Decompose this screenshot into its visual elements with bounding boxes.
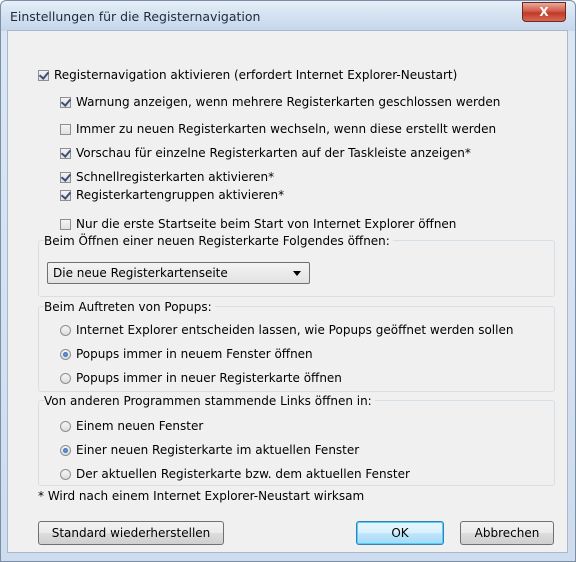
option-label: Registerkartengruppen aktivieren*	[76, 188, 285, 202]
radio-label: Einem neuen Fenster	[76, 419, 204, 433]
popup-radio-new-window[interactable]: Popups immer in neuem Fenster öffnen	[60, 345, 313, 363]
radio-checked-icon[interactable]	[60, 444, 71, 456]
button-label: Standard wiederherstellen	[51, 526, 211, 540]
option-tab-groups[interactable]: Registerkartengruppen aktivieren*	[60, 186, 284, 204]
button-label: Abbrechen	[474, 526, 540, 540]
checkbox-checked-icon[interactable]	[60, 189, 71, 201]
radio-label: Einer neuen Registerkarte im aktuellen F…	[76, 443, 360, 457]
ok-button[interactable]: OK	[356, 521, 444, 545]
new-tab-group-label: Beim Öffnen einer neuen Registerkarte Fo…	[44, 234, 393, 248]
title-bar[interactable]: Einstellungen für die Registernavigation…	[1, 1, 575, 31]
radio-label: Internet Explorer entscheiden lassen, wi…	[76, 323, 514, 337]
restore-defaults-button[interactable]: Standard wiederherstellen	[38, 521, 224, 545]
option-label: Warnung anzeigen, wenn mehrere Registerk…	[76, 95, 501, 109]
checkbox-unchecked-icon[interactable]	[60, 123, 71, 135]
popup-radio-ie-decides[interactable]: Internet Explorer entscheiden lassen, wi…	[60, 321, 513, 339]
checkbox-unchecked-icon[interactable]	[60, 218, 71, 230]
option-warn-close-multiple[interactable]: Warnung anzeigen, wenn mehrere Registerk…	[60, 93, 500, 111]
radio-checked-icon[interactable]	[60, 348, 71, 360]
radio-label: Popups immer in neuem Fenster öffnen	[76, 347, 313, 361]
option-taskbar-preview[interactable]: Vorschau für einzelne Registerkarten auf…	[60, 144, 471, 162]
dialog-title: Einstellungen für die Registernavigation	[10, 9, 261, 24]
select-value: Die neue Registerkartenseite	[53, 266, 228, 280]
checkbox-checked-icon[interactable]	[60, 147, 71, 159]
checkbox-checked-icon[interactable]	[60, 96, 71, 108]
checkbox-checked-icon[interactable]	[38, 69, 49, 81]
option-label: Nur die erste Startseite beim Start von …	[76, 217, 457, 231]
enable-tab-navigation-label: Registernavigation aktivieren (erfordert…	[54, 68, 458, 82]
option-always-switch-new-tab[interactable]: Immer zu neuen Registerkarten wechseln, …	[60, 120, 496, 138]
option-quick-tabs[interactable]: Schnellregisterkarten aktivieren*	[60, 168, 274, 186]
links-radio-new-window[interactable]: Einem neuen Fenster	[60, 417, 203, 435]
popup-radio-new-tab[interactable]: Popups immer in neuer Registerkarte öffn…	[60, 369, 342, 387]
enable-tab-navigation-checkbox[interactable]: Registernavigation aktivieren (erfordert…	[38, 66, 457, 84]
close-button[interactable]: X	[522, 2, 566, 22]
option-label: Immer zu neuen Registerkarten wechseln, …	[76, 122, 497, 136]
links-group-label: Von anderen Programmen stammende Links ö…	[44, 394, 375, 408]
radio-label: Der aktuellen Registerkarte bzw. dem akt…	[76, 467, 410, 481]
links-radio-new-tab[interactable]: Einer neuen Registerkarte im aktuellen F…	[60, 441, 359, 459]
restart-footnote: * Wird nach einem Internet Explorer-Neus…	[38, 489, 365, 503]
radio-unchecked-icon[interactable]	[60, 372, 71, 384]
option-label: Vorschau für einzelne Registerkarten auf…	[76, 146, 471, 160]
close-icon: X	[539, 5, 549, 19]
radio-unchecked-icon[interactable]	[60, 324, 71, 336]
button-label: OK	[391, 526, 409, 540]
radio-unchecked-icon[interactable]	[60, 468, 71, 480]
checkbox-checked-icon[interactable]	[60, 171, 71, 183]
option-first-home-page-only[interactable]: Nur die erste Startseite beim Start von …	[60, 215, 456, 233]
option-label: Schnellregisterkarten aktivieren*	[76, 170, 275, 184]
cancel-button[interactable]: Abbrechen	[460, 521, 554, 545]
new-tab-page-select[interactable]: Die neue Registerkartenseite	[47, 262, 310, 284]
radio-label: Popups immer in neuer Registerkarte öffn…	[76, 371, 342, 385]
radio-unchecked-icon[interactable]	[60, 420, 71, 432]
popup-group-label: Beim Auftreten von Popups:	[44, 300, 215, 314]
chevron-down-icon[interactable]	[293, 271, 301, 276]
links-radio-current-tab[interactable]: Der aktuellen Registerkarte bzw. dem akt…	[60, 465, 410, 483]
